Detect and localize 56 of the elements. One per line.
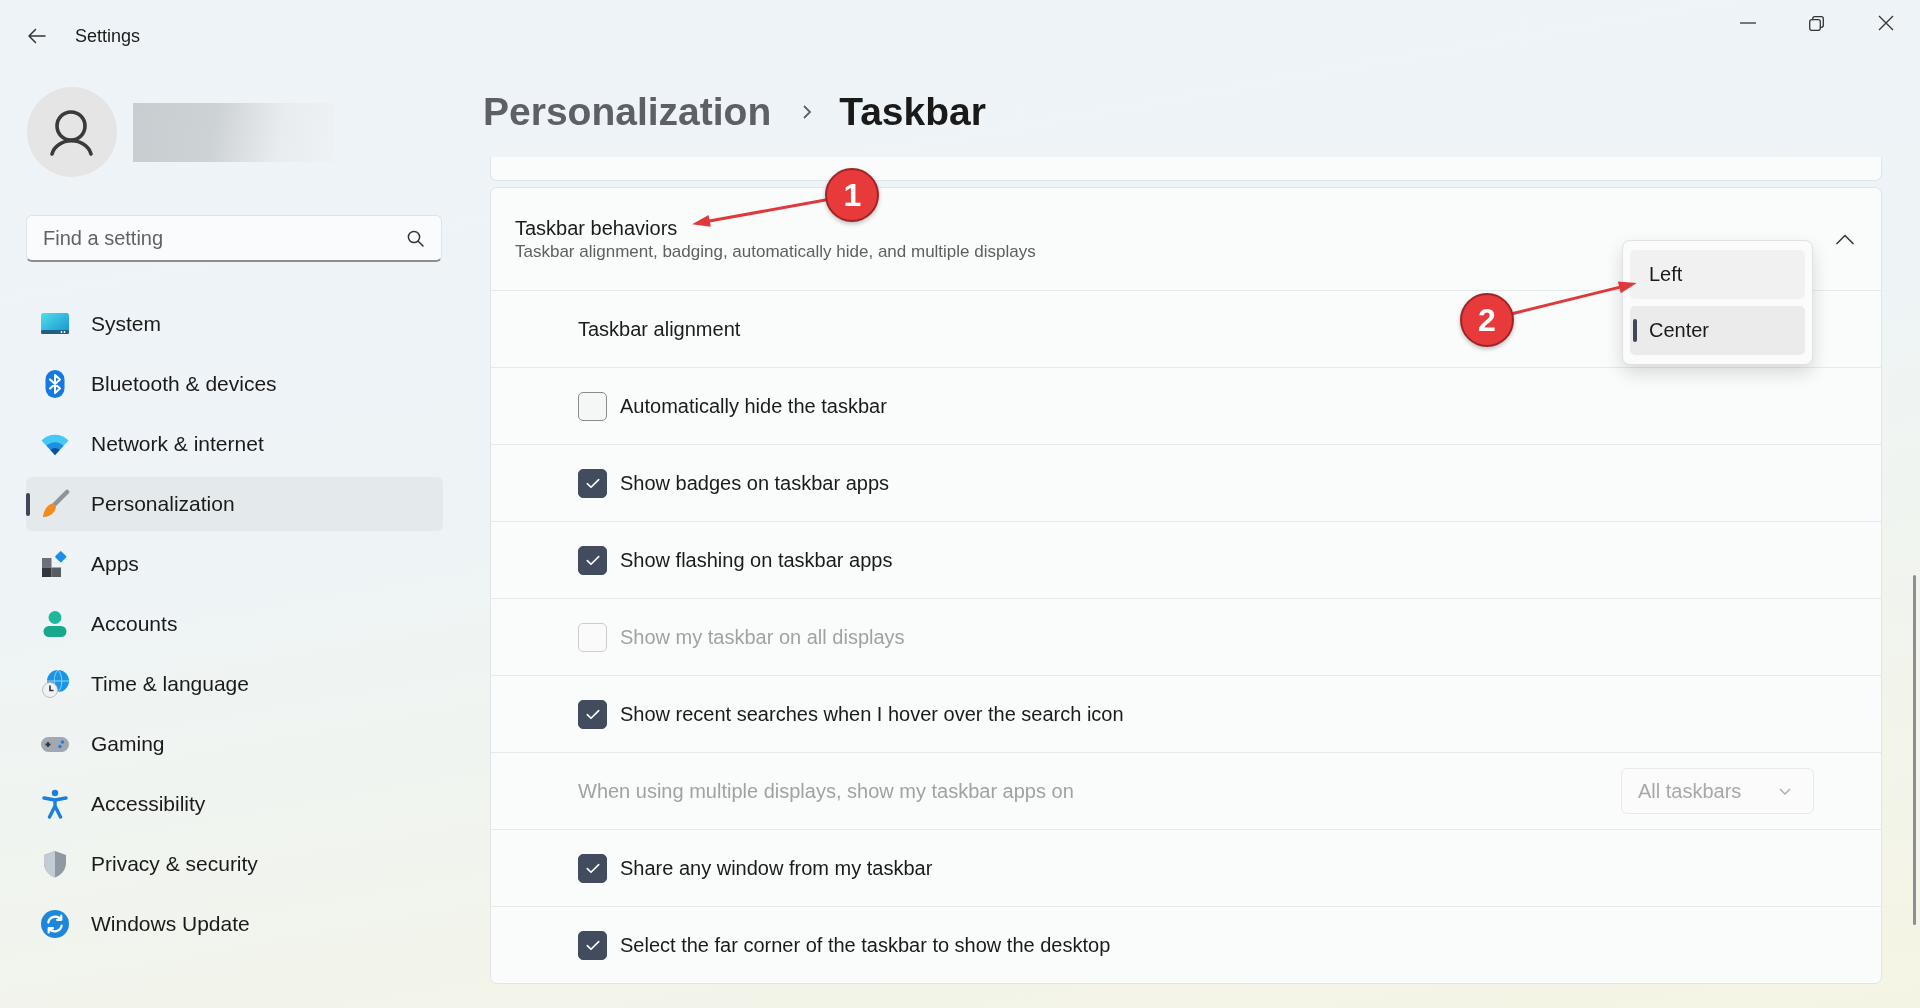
annotation-badge: 1 bbox=[825, 168, 880, 222]
nav-item[interactable]: Accounts bbox=[26, 597, 443, 651]
close-icon bbox=[1877, 15, 1894, 31]
checkbox[interactable] bbox=[578, 930, 607, 960]
restore-icon bbox=[1809, 15, 1824, 31]
nav-item[interactable]: Privacy & security bbox=[26, 837, 443, 891]
setting-label: Select the far corner of the taskbar to show the desktop bbox=[620, 933, 1111, 957]
breadcrumb-link[interactable]: Personalization bbox=[483, 89, 772, 135]
checkbox[interactable] bbox=[578, 699, 607, 729]
paintbrush-icon bbox=[40, 489, 70, 519]
setting-label: When using multiple displays, show my taskbar apps on bbox=[578, 779, 1074, 803]
checkbox[interactable] bbox=[578, 391, 607, 421]
selection-bar-icon bbox=[26, 492, 30, 516]
search-icon bbox=[407, 230, 424, 247]
avatar-icon bbox=[27, 87, 117, 177]
checkbox[interactable] bbox=[578, 468, 607, 498]
nav-item[interactable]: Time & language bbox=[26, 657, 443, 711]
setting-label: Share any window from my taskbar bbox=[620, 856, 933, 880]
setting-label: Show recent searches when I hover over the search icon bbox=[620, 702, 1124, 726]
nav-item[interactable]: Bluetooth & devices bbox=[26, 357, 443, 411]
annotation-badge: 2 bbox=[1460, 293, 1514, 347]
arrow-left-icon bbox=[26, 28, 46, 44]
checkmark-icon bbox=[585, 554, 600, 566]
accessibility-icon bbox=[40, 789, 70, 819]
checkmark-icon bbox=[585, 939, 600, 951]
nav-item[interactable]: Windows Update bbox=[26, 897, 443, 951]
dropdown-option[interactable]: Center bbox=[1630, 306, 1805, 355]
section-title: Taskbar behaviors bbox=[515, 217, 678, 239]
minimize-icon bbox=[1739, 22, 1756, 24]
setting-label: Automatically hide the taskbar bbox=[620, 394, 887, 418]
page-title: Taskbar bbox=[839, 89, 986, 135]
globe-clock-icon bbox=[40, 669, 70, 699]
sync-icon bbox=[40, 909, 70, 939]
checkbox[interactable] bbox=[578, 853, 607, 883]
nav-item[interactable]: Apps bbox=[26, 537, 443, 591]
scrollbar-thumb[interactable] bbox=[1913, 575, 1916, 925]
nav-item[interactable]: System bbox=[26, 297, 443, 351]
setting-label: Taskbar alignment bbox=[578, 317, 741, 341]
selection-bar-icon bbox=[1633, 319, 1637, 342]
setting-label: Show flashing on taskbar apps bbox=[620, 548, 893, 572]
dropdown-option[interactable]: Left bbox=[1630, 250, 1805, 299]
window-title: Settings bbox=[75, 25, 141, 47]
chevron-down-icon bbox=[1779, 787, 1791, 795]
checkmark-icon bbox=[585, 862, 600, 874]
checkmark-icon bbox=[585, 477, 600, 489]
nav-item[interactable]: Gaming bbox=[26, 717, 443, 771]
search-field[interactable]: Find a setting bbox=[26, 215, 442, 262]
nav-item[interactable]: Accessibility bbox=[26, 777, 443, 831]
setting-label: Show badges on taskbar apps bbox=[620, 471, 890, 495]
section-subtitle: Taskbar alignment, badging, automatically hide, and multiple displays bbox=[515, 241, 1036, 263]
chevron-right-icon bbox=[802, 104, 813, 120]
nav-item[interactable]: Personalization bbox=[26, 477, 443, 531]
checkbox[interactable] bbox=[578, 545, 607, 575]
checkmark-icon bbox=[585, 708, 600, 720]
nav-item[interactable]: Network & internet bbox=[26, 417, 443, 471]
setting-label: Show my taskbar on all displays bbox=[620, 625, 905, 649]
